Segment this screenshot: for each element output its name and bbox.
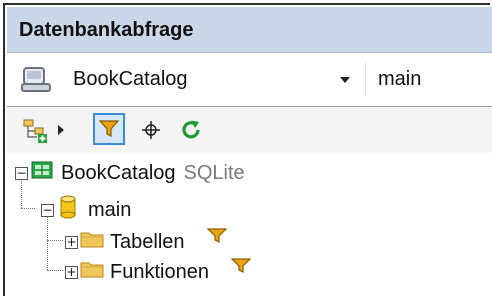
locate-crosshair-icon[interactable] [137, 115, 165, 145]
caret-right-icon[interactable] [55, 115, 67, 145]
database-cylinder-icon [60, 195, 76, 225]
expand-icon[interactable]: + [65, 265, 78, 279]
datasource-select[interactable]: BookCatalog [65, 62, 361, 96]
tree-item-label: Tabellen [110, 230, 185, 253]
database-query-panel: Datenbankabfrage BookCatalog main − Book… [3, 3, 492, 296]
tree-item-functions[interactable]: + Funktionen [65, 257, 252, 287]
expand-icon[interactable]: + [65, 235, 78, 249]
filter-icon[interactable] [93, 113, 125, 145]
collapse-icon[interactable]: − [41, 203, 54, 217]
database-connection-icon [21, 66, 51, 94]
tree-item-label: main [88, 198, 132, 221]
folder-icon [80, 260, 104, 284]
datasource-type: SQLite [183, 161, 245, 184]
connection-bar: BookCatalog main [7, 54, 492, 107]
add-object-icon[interactable] [19, 115, 53, 145]
tree-item-label: Funktionen [110, 260, 209, 283]
refresh-icon[interactable] [177, 115, 205, 145]
schema-select[interactable]: main [365, 62, 492, 96]
panel-title: Datenbankabfrage [7, 7, 492, 53]
object-tree: − BookCatalog SQLite − main + Tabellen +… [7, 155, 492, 301]
sqlite-connection-icon [31, 161, 53, 185]
tree-item-schema[interactable]: − main [41, 195, 131, 225]
folder-icon [80, 230, 104, 254]
filter-icon[interactable] [206, 227, 227, 250]
tree-item-tables[interactable]: + Tabellen [65, 227, 227, 257]
filter-icon[interactable] [230, 257, 252, 280]
collapse-icon[interactable]: − [15, 166, 28, 180]
schema-value: main [378, 68, 422, 90]
tree-item-root[interactable]: − BookCatalog SQLite [15, 158, 245, 188]
toolbar [7, 107, 492, 153]
tree-item-label: BookCatalog [61, 161, 176, 184]
chevron-down-icon[interactable] [331, 66, 359, 94]
datasource-value: BookCatalog [73, 68, 188, 90]
